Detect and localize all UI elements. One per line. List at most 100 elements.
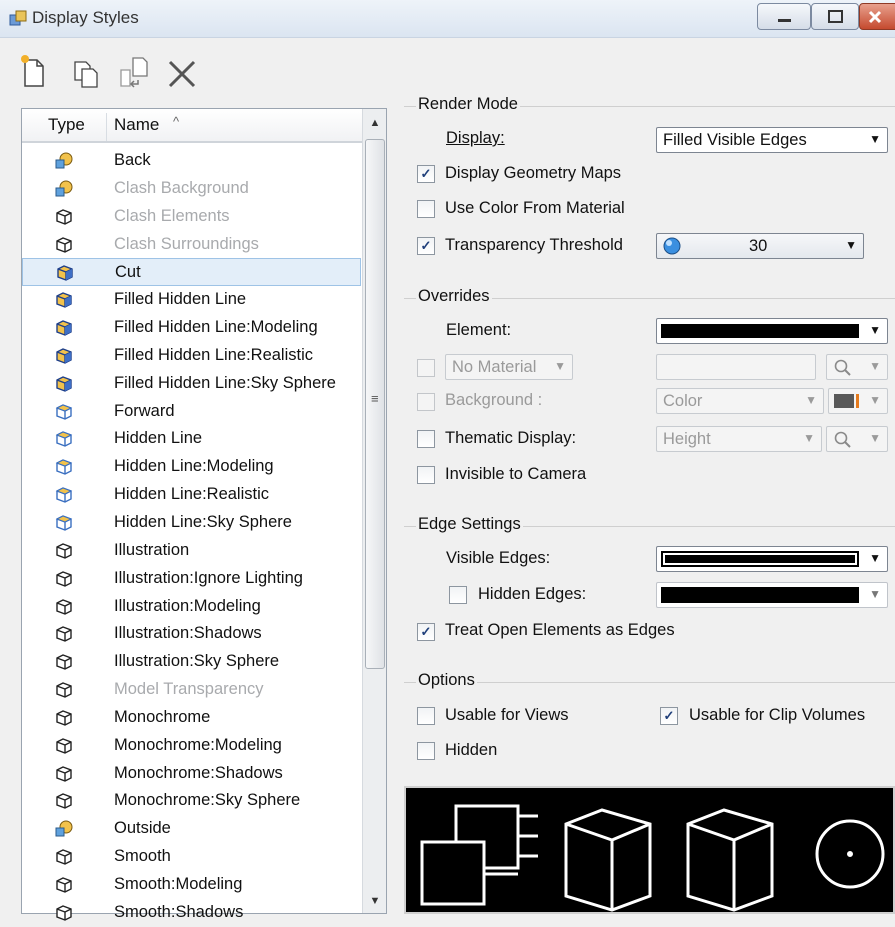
type-column-header[interactable]: Type [48,115,85,135]
list-item[interactable]: Cut [22,258,361,287]
transparency-threshold-slider-dropdown[interactable]: 30 ▼ [656,233,864,259]
hidden-edge-style-swatch [661,587,859,603]
delete-style-button[interactable] [166,52,198,90]
list-item-name: Hidden Line [114,429,203,448]
render-mode-title: Render Mode [416,95,520,114]
thematic-display-checkbox[interactable] [417,430,435,448]
hidden-edges-dropdown[interactable]: ▼ [656,582,888,608]
material-dropdown[interactable]: No Material ▼ [445,354,573,380]
overrides-group: Overrides Element: ▼ No Material ▼ ▼ Bac… [404,287,895,498]
list-item[interactable]: Illustration:Shadows [22,620,361,648]
list-item[interactable]: Smooth [22,843,361,871]
usable-for-views-checkbox[interactable] [417,707,435,725]
transparency-threshold-checkbox[interactable]: ✓ [417,237,435,255]
sphere-cube-icon [54,151,74,170]
list-item-name: Smooth:Shadows [114,902,244,921]
globe-icon [663,237,681,255]
import-style-button[interactable] [118,52,150,90]
material-override-checkbox[interactable] [417,359,435,377]
list-item[interactable]: Filled Hidden Line [22,286,361,314]
list-item[interactable]: Clash Surroundings [22,231,361,259]
list-item[interactable]: Monochrome:Modeling [22,732,361,760]
list-item[interactable]: Monochrome:Shadows [22,760,361,788]
list-item[interactable]: Hidden Line:Realistic [22,481,361,509]
list-item[interactable]: Outside [22,815,361,843]
background-type-dropdown[interactable]: Color ▼ [656,388,824,414]
thematic-display-value: Height [663,430,711,448]
thematic-display-dropdown[interactable]: Height ▼ [656,426,822,452]
list-item[interactable]: Clash Elements [22,203,361,231]
maximize-button[interactable] [811,3,859,30]
hidden-edges-checkbox[interactable] [449,586,467,604]
material-name-field[interactable] [656,354,816,380]
usable-for-views-label: Usable for Views [445,706,569,724]
list-item[interactable]: Monochrome [22,704,361,732]
list-item[interactable]: Smooth:Shadows [22,899,361,927]
column-divider[interactable] [106,113,107,141]
use-color-from-material-checkbox[interactable] [417,200,435,218]
minimize-icon [778,19,791,22]
layered-squares-preview [420,804,538,906]
list-item[interactable]: Illustration:Sky Sphere [22,648,361,676]
list-item[interactable]: Illustration:Ignore Lighting [22,565,361,593]
list-item-name: Monochrome:Shadows [114,763,283,782]
usable-for-clip-volumes-checkbox[interactable]: ✓ [660,707,678,725]
list-item[interactable]: Filled Hidden Line:Realistic [22,342,361,370]
list-item[interactable]: Illustration [22,537,361,565]
close-button[interactable] [859,3,895,30]
background-color-dropdown[interactable]: ▼ [828,388,888,414]
list-item[interactable]: Back [22,147,361,175]
minimize-button[interactable] [757,3,811,30]
list-item[interactable]: Smooth:Modeling [22,871,361,899]
toolbar [18,52,218,92]
background-color-swatch [834,394,854,408]
scroll-up-arrow-icon[interactable]: ▲ [365,113,385,133]
background-override-checkbox[interactable] [417,393,435,411]
treat-open-elements-checkbox[interactable]: ✓ [417,623,435,641]
wireframe-cube-icon [54,207,74,226]
list-scrollbar[interactable]: ▲ ≡ ▼ [362,109,386,913]
style-preview [404,786,895,914]
copy-style-button[interactable] [70,52,102,90]
display-mode-dropdown[interactable]: Filled Visible Edges ▼ [656,127,888,153]
wireframe-cube-icon [54,235,74,254]
list-item[interactable]: Filled Hidden Line:Modeling [22,314,361,342]
scroll-down-arrow-icon[interactable]: ▼ [365,891,385,911]
list-item[interactable]: Monochrome:Sky Sphere [22,787,361,815]
sphere-cube-icon [54,819,74,838]
thematic-settings-button[interactable]: ▼ [826,426,888,452]
sphere-cube-icon [54,179,74,198]
import-icon [120,57,148,88]
wireframe-cube-icon [54,597,74,616]
outline-cube-icon [54,513,74,532]
new-style-button[interactable] [18,52,50,90]
list-item[interactable]: Hidden Line:Sky Sphere [22,509,361,537]
element-color-dropdown[interactable]: ▼ [656,318,888,344]
chevron-down-icon: ▼ [869,551,881,565]
list-item-name: Monochrome:Modeling [114,735,282,754]
wireframe-cube-icon [54,791,74,810]
list-item-name: Illustration:Sky Sphere [114,652,280,671]
list-item[interactable]: Model Transparency [22,676,361,704]
list-item-name: Filled Hidden Line [114,290,247,309]
invisible-to-camera-checkbox[interactable] [417,466,435,484]
list-item[interactable]: Filled Hidden Line:Sky Sphere [22,370,361,398]
display-geometry-maps-checkbox[interactable]: ✓ [417,165,435,183]
grip-icon: ≡ [371,391,379,406]
list-item[interactable]: Forward [22,398,361,426]
sphere-preview [815,819,885,889]
list-item[interactable]: Illustration:Modeling [22,593,361,621]
color-accent-mark [856,394,859,408]
visible-edge-style-swatch [661,551,859,567]
scrollbar-thumb[interactable]: ≡ [365,139,385,669]
wireframe-cube-icon [54,569,74,588]
list-item[interactable]: Hidden Line:Modeling [22,453,361,481]
list-item-name: Illustration:Shadows [114,624,262,643]
list-item[interactable]: Clash Background [22,175,361,203]
hidden-checkbox[interactable] [417,742,435,760]
close-icon [868,10,882,24]
list-item[interactable]: Hidden Line [22,425,361,453]
name-column-header[interactable]: Name [114,115,159,135]
material-browse-button[interactable]: ▼ [826,354,888,380]
visible-edges-dropdown[interactable]: ▼ [656,546,888,572]
